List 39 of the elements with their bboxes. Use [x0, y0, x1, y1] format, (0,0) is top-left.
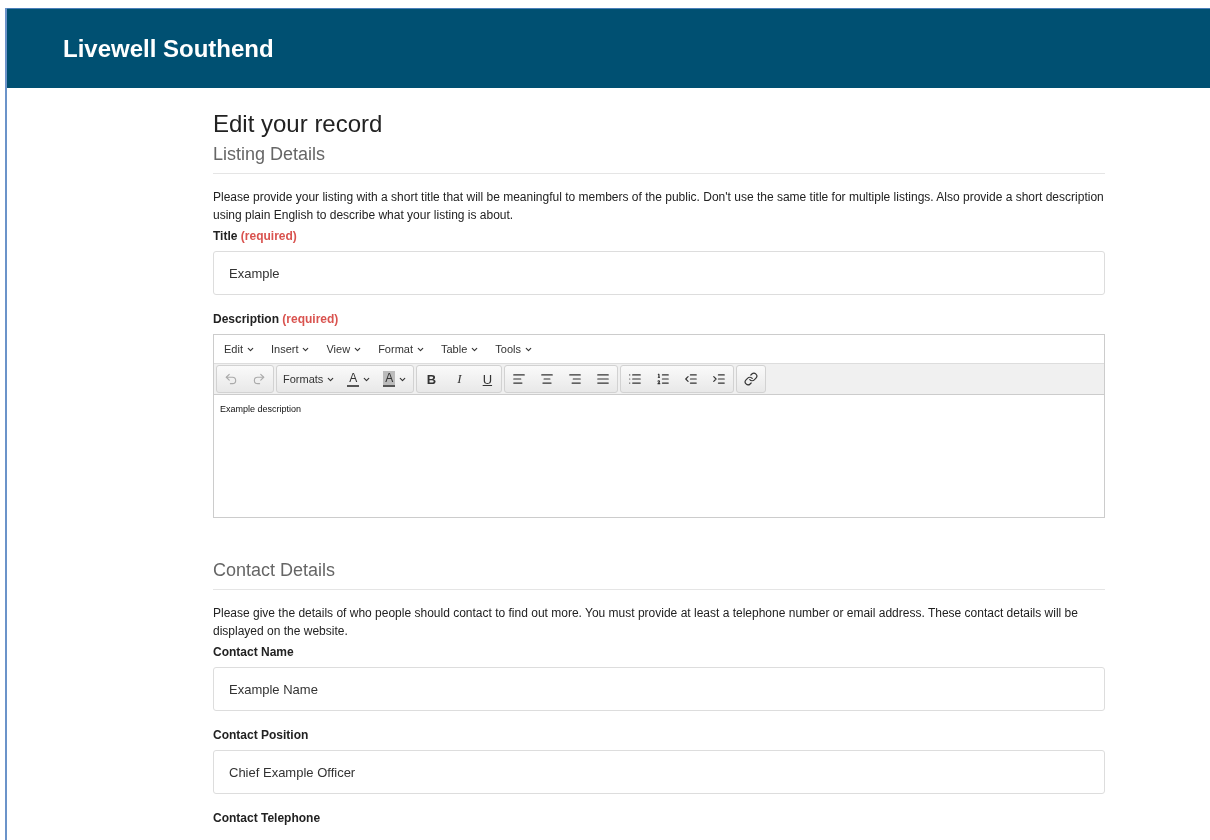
- align-justify-icon: [596, 372, 611, 386]
- editor-menu-item[interactable]: Edit: [216, 343, 263, 355]
- numbered-list-icon: [656, 372, 671, 386]
- section-heading: Listing Details: [213, 144, 1105, 174]
- redo-icon: [252, 372, 266, 386]
- rich-text-editor[interactable]: Edit Insert View Format Table Tools Formats A A B I U Example description: [213, 334, 1105, 518]
- text-field[interactable]: Chief Example Officer: [213, 750, 1105, 794]
- align-right-icon: [568, 372, 583, 386]
- field-label: Description (required): [213, 311, 340, 327]
- editor-menu-item[interactable]: View: [318, 343, 371, 355]
- editor-menu-item[interactable]: Table: [433, 343, 488, 355]
- align-left-icon: [512, 372, 527, 386]
- underline-button[interactable]: U: [473, 367, 502, 391]
- editor-text[interactable]: Example description: [214, 395, 1104, 517]
- section-intro: Please provide your listing with a short title that will be meaningful to members of the public. Don't use the same title for multiple listings. Also provide a short description using plain English to describe what your listing is about.: [213, 189, 1105, 224]
- field-label: Contact Telephone: [213, 810, 322, 826]
- section-intro: Please give the details of who people should contact to find out more. You must provide at least a telephone number or email address. These contact details will be displayed on the website.: [213, 605, 1079, 640]
- site-title: Livewell Southend: [63, 34, 274, 63]
- editor-menu-item[interactable]: Insert: [262, 343, 319, 355]
- text-field[interactable]: Example Name: [213, 667, 1105, 711]
- background-color-button[interactable]: A: [377, 367, 414, 391]
- undo-icon: [224, 372, 238, 386]
- formats-dropdown[interactable]: Formats: [277, 367, 342, 391]
- editor-menu-item[interactable]: Tools: [487, 343, 541, 355]
- bold-button[interactable]: B: [417, 367, 446, 391]
- page-title: Edit your record: [213, 110, 384, 138]
- text-color-button[interactable]: A: [341, 367, 378, 391]
- field-label: Contact Name: [213, 644, 295, 660]
- outdent-icon: [684, 372, 699, 386]
- field-label: Title (required): [213, 228, 298, 244]
- editor-menu-item[interactable]: Format: [370, 343, 433, 355]
- indent-icon: [712, 372, 727, 386]
- bullet-list-icon: [628, 372, 643, 386]
- section-heading: Contact Details: [213, 560, 1105, 590]
- text-field[interactable]: Example: [213, 251, 1105, 295]
- field-label: Contact Position: [213, 727, 310, 743]
- align-center-icon: [540, 372, 555, 386]
- link-icon: [744, 372, 759, 386]
- italic-button[interactable]: I: [445, 367, 474, 391]
